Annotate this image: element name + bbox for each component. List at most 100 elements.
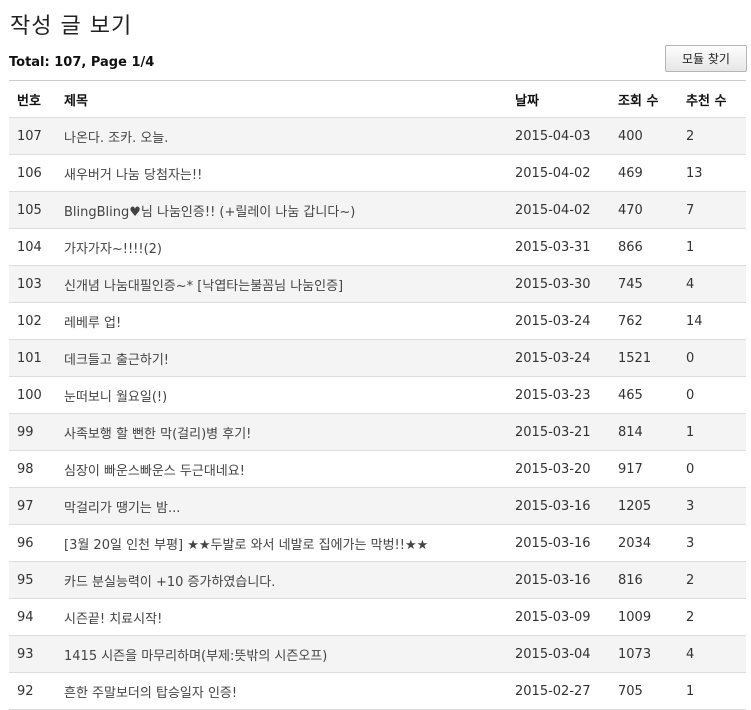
post-views: 1073 — [618, 646, 652, 662]
post-title-link[interactable]: 데크들고 출근하기! — [64, 340, 509, 376]
post-date: 2015-04-02 — [515, 165, 591, 181]
post-views: 1009 — [618, 609, 652, 625]
post-title-link[interactable]: 시즌끝! 치료시작! — [64, 599, 509, 635]
header-date: 날짜 — [515, 93, 539, 109]
table-row: 107 나온다. 조카. 오늘. 2015-04-03 400 2 — [9, 118, 746, 155]
posts-table: 번호 제목 날짜 조회 수 추천 수 107 나온다. 조카. 오늘. 2015-0… — [9, 80, 746, 710]
find-module-button[interactable]: 모듈 찾기 — [665, 45, 747, 72]
post-number: 100 — [17, 387, 42, 403]
post-count-summary: Total: 107, Page 1/4 — [9, 55, 155, 70]
table-row: 99 사족보행 할 뻔한 막(걸리)병 후기! 2015-03-21 814 1 — [9, 414, 746, 451]
table-row: 92 흔한 주말보더의 탑승일자 인증! 2015-02-27 705 1 — [9, 673, 746, 710]
post-views: 470 — [618, 202, 643, 218]
post-title-link[interactable]: 새우버거 나눔 당첨자는!! — [64, 155, 509, 191]
table-row: 106 새우버거 나눔 당첨자는!! 2015-04-02 469 13 — [9, 155, 746, 192]
post-title-link[interactable]: 눈떠보니 월요일(!) — [64, 377, 509, 413]
post-date: 2015-02-27 — [515, 683, 591, 699]
header-recommend: 추천 수 — [686, 93, 727, 109]
post-number: 93 — [17, 646, 34, 662]
post-views: 762 — [618, 313, 643, 329]
post-recommend-count: 1 — [686, 683, 695, 699]
table-row: 96 [3월 20일 인천 부평] ★★두발로 와서 네발로 집에가는 막벙!!★… — [9, 525, 746, 562]
table-row: 105 BlingBling♥님 나눔인증!! (+릴레이 나눔 갑니다~) 201… — [9, 192, 746, 229]
post-views: 400 — [618, 128, 643, 144]
post-number: 106 — [17, 165, 42, 181]
post-views: 866 — [618, 239, 643, 255]
page-title: 작성 글 보기 — [10, 14, 133, 39]
post-recommend-count: 1 — [686, 239, 695, 255]
post-title-link[interactable]: 레베루 업! — [64, 303, 509, 339]
post-date: 2015-03-24 — [515, 313, 591, 329]
post-title-link[interactable]: 나온다. 조카. 오늘. — [64, 118, 509, 154]
post-views: 465 — [618, 387, 643, 403]
post-date: 2015-03-31 — [515, 239, 591, 255]
post-date: 2015-03-16 — [515, 498, 591, 514]
table-row: 97 막걸리가 땡기는 밤... 2015-03-16 1205 3 — [9, 488, 746, 525]
post-number: 92 — [17, 683, 34, 699]
post-number: 95 — [17, 572, 34, 588]
post-views: 745 — [618, 276, 643, 292]
post-title-link[interactable]: 흔한 주말보더의 탑승일자 인증! — [64, 673, 509, 709]
post-title-link[interactable]: 신개념 나눔대필인증~* [낙엽타는불꼼님 나눔인증] — [64, 266, 509, 302]
table-header-row: 번호 제목 날짜 조회 수 추천 수 — [9, 81, 746, 118]
post-title-link[interactable]: 심장이 빠운스빠운스 두근대네요! — [64, 451, 509, 487]
post-recommend-count: 13 — [686, 165, 703, 181]
post-date: 2015-03-04 — [515, 646, 591, 662]
post-date: 2015-03-24 — [515, 350, 591, 366]
post-recommend-count: 0 — [686, 461, 695, 477]
post-date: 2015-03-16 — [515, 572, 591, 588]
post-number: 103 — [17, 276, 42, 292]
post-number: 94 — [17, 609, 34, 625]
post-recommend-count: 4 — [686, 646, 695, 662]
post-title-link[interactable]: 사족보행 할 뻔한 막(걸리)병 후기! — [64, 414, 509, 450]
post-title-link[interactable]: 카드 분실능력이 +10 증가하였습니다. — [64, 562, 509, 598]
post-views: 816 — [618, 572, 643, 588]
post-recommend-count: 0 — [686, 350, 695, 366]
post-views: 1521 — [618, 350, 652, 366]
post-number: 101 — [17, 350, 42, 366]
post-views: 705 — [618, 683, 643, 699]
post-title-link[interactable]: 1415 시즌을 마무리하며(부제:뜻밖의 시즌오프) — [64, 636, 509, 672]
post-views: 1205 — [618, 498, 652, 514]
post-views: 2034 — [618, 535, 652, 551]
post-date: 2015-03-30 — [515, 276, 591, 292]
post-number: 104 — [17, 239, 42, 255]
table-row: 98 심장이 빠운스빠운스 두근대네요! 2015-03-20 917 0 — [9, 451, 746, 488]
table-row: 103 신개념 나눔대필인증~* [낙엽타는불꼼님 나눔인증] 2015-03-30… — [9, 266, 746, 303]
table-row: 102 레베루 업! 2015-03-24 762 14 — [9, 303, 746, 340]
post-number: 102 — [17, 313, 42, 329]
post-date: 2015-04-02 — [515, 202, 591, 218]
post-title-link[interactable]: 가자가자~!!!!(2) — [64, 229, 509, 265]
post-date: 2015-03-23 — [515, 387, 591, 403]
table-row: 93 1415 시즌을 마무리하며(부제:뜻밖의 시즌오프) 2015-03-04 1… — [9, 636, 746, 673]
post-date: 2015-03-16 — [515, 535, 591, 551]
post-date: 2015-04-03 — [515, 128, 591, 144]
table-row: 94 시즌끝! 치료시작! 2015-03-09 1009 2 — [9, 599, 746, 636]
post-recommend-count: 2 — [686, 572, 695, 588]
post-recommend-count: 14 — [686, 313, 703, 329]
table-row: 101 데크들고 출근하기! 2015-03-24 1521 0 — [9, 340, 746, 377]
post-date: 2015-03-20 — [515, 461, 591, 477]
post-number: 96 — [17, 535, 34, 551]
post-number: 107 — [17, 128, 42, 144]
post-recommend-count: 1 — [686, 424, 695, 440]
post-date: 2015-03-21 — [515, 424, 591, 440]
post-recommend-count: 3 — [686, 535, 695, 551]
post-views: 814 — [618, 424, 643, 440]
post-title-link[interactable]: 막걸리가 땡기는 밤... — [64, 488, 509, 524]
post-number: 99 — [17, 424, 34, 440]
post-recommend-count: 3 — [686, 498, 695, 514]
header-title: 제목 — [64, 93, 88, 109]
post-number: 105 — [17, 202, 42, 218]
post-number: 97 — [17, 498, 34, 514]
post-title-link[interactable]: BlingBling♥님 나눔인증!! (+릴레이 나눔 갑니다~) — [64, 192, 509, 228]
post-title-link[interactable]: [3월 20일 인천 부평] ★★두발로 와서 네발로 집에가는 막벙!!★★ — [64, 525, 509, 561]
table-row: 95 카드 분실능력이 +10 증가하였습니다. 2015-03-16 816 2 — [9, 562, 746, 599]
header-number: 번호 — [17, 93, 41, 109]
post-views: 469 — [618, 165, 643, 181]
post-recommend-count: 0 — [686, 387, 695, 403]
post-recommend-count: 2 — [686, 128, 695, 144]
post-number: 98 — [17, 461, 34, 477]
post-recommend-count: 2 — [686, 609, 695, 625]
post-date: 2015-03-09 — [515, 609, 591, 625]
